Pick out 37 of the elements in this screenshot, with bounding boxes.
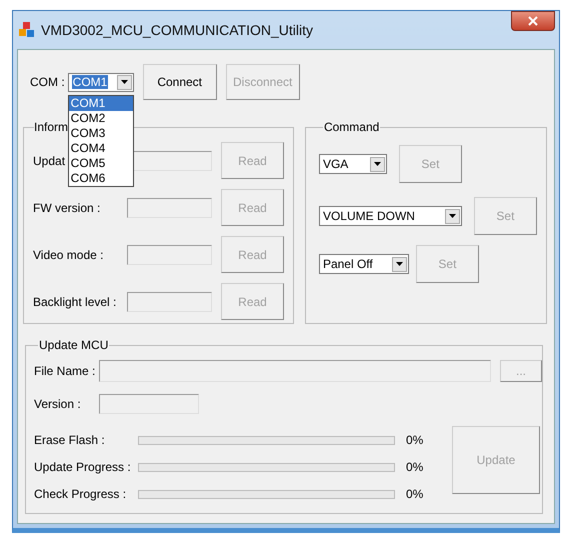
progress-label: Update Progress : [34,460,132,474]
input-field[interactable] [127,244,212,264]
input-field[interactable] [127,292,212,312]
field-label: FW version : [33,200,100,214]
caret-icon [396,262,403,266]
close-button[interactable] [511,11,555,31]
field-label: Updat [33,154,66,168]
progress-percent: 0% [406,460,424,474]
field-label: Backlight level : [33,294,116,308]
progress-percent: 0% [406,487,424,501]
com-label: COM : [30,75,65,89]
progress-percent: 0% [406,433,424,447]
version-field[interactable] [99,394,199,414]
dropdown-option[interactable]: COM5 [68,156,133,170]
group-title: Inform [34,120,68,134]
dropdown-option[interactable]: COM4 [68,140,133,156]
dropdown-option[interactable]: COM3 [68,126,133,140]
input-field[interactable] [127,198,212,218]
cubes-icon [19,22,35,38]
field-label: File Name : [34,364,96,378]
dropdown-option[interactable]: COM2 [68,110,133,126]
group-title: Command [322,120,380,134]
caret-icon [448,214,456,218]
progress-label: Erase Flash : [34,433,106,447]
window-title: VMD3002_MCU_COMMUNICATION_Utility [41,22,314,38]
field-label: Version : [34,397,82,411]
field-label: Video mode : [33,248,104,262]
dropdown-option[interactable]: COM6 [68,170,133,186]
progress-label: Check Progress : [34,487,128,501]
connect-button[interactable]: Connect [142,64,217,100]
caret-icon [120,80,128,84]
close-icon [528,16,538,26]
caret-icon [374,162,381,166]
file-name-field[interactable] [99,360,491,382]
dropdown-option[interactable]: COM1 [68,96,133,110]
group-title: Update MCU [38,338,110,352]
com-dropdown[interactable]: COM1 [68,72,134,92]
